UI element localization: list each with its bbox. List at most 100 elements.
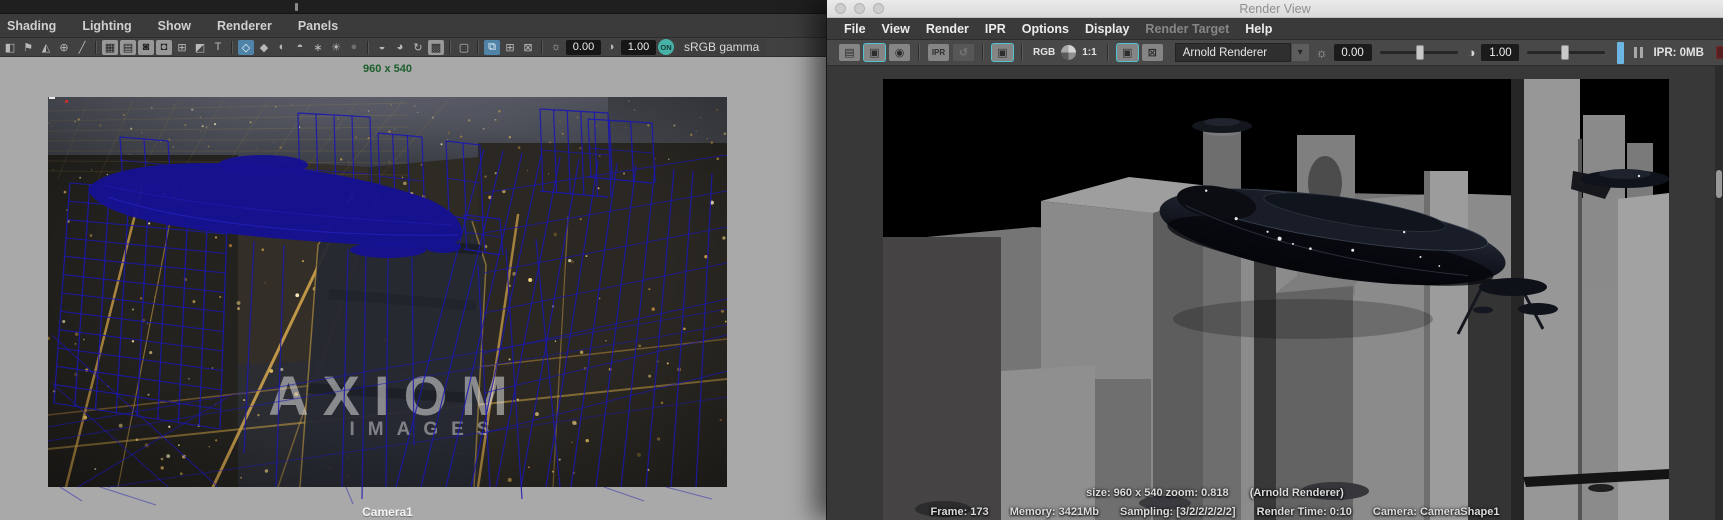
- ipr-render-icon[interactable]: IPR: [928, 44, 949, 61]
- window-titlebar[interactable]: Render View: [827, 0, 1723, 18]
- toolbar-divider: [1021, 44, 1023, 61]
- background-color-swatch[interactable]: [1715, 46, 1723, 59]
- render-size-label: size: 960 x 540 zoom: 0.818: [1086, 487, 1229, 499]
- pane-divider-handle[interactable]: [295, 3, 298, 11]
- render-status-line2: Frame: 173 Memory: 3421Mb Sampling: [3/2…: [887, 506, 1543, 518]
- menu-panels[interactable]: Panels: [285, 19, 351, 33]
- contrast-icon: ◑: [1467, 45, 1476, 60]
- wireframe-mode-icon[interactable]: ◇: [238, 39, 254, 55]
- menu-show[interactable]: Show: [145, 19, 204, 33]
- safe-action-icon[interactable]: ◩: [192, 40, 208, 55]
- render-icon[interactable]: ▤: [839, 44, 860, 61]
- panel-toolbar-icons: ◧ ⚑ ◭ ⊕ ╱ ▦ ▤ ◙ ◘ ⊞ ◩ T ◇ ◆ ◐ ◓ ∗ ☀ ● ◒ ◕ ↻ ▩ ▢ ⧉ ⊞ ⊠ ☼: [2, 39, 564, 55]
- renderer-dropdown-value: Arnold Renderer: [1174, 43, 1291, 62]
- ipr-toggle-bar[interactable]: [1617, 41, 1625, 64]
- colorspace-dropdown[interactable]: sRGB gamma: [676, 38, 768, 56]
- render-view-menubar: File View Render IPR Options Display Render Ta…: [827, 18, 1723, 40]
- film-gate-icon[interactable]: ▤: [120, 39, 136, 55]
- viewport-contrast-icon[interactable]: ◑: [603, 40, 619, 55]
- use-lights-icon[interactable]: ☀: [328, 40, 344, 55]
- maya-application: Shading Lighting Show Renderer Panels ◧ ⚑ ◭ ⊕ ╱ ▦…: [0, 0, 1723, 520]
- shadows-icon[interactable]: ●: [346, 40, 362, 55]
- snapshot-icon[interactable]: ◉: [889, 44, 910, 61]
- toolbar-divider: [1106, 44, 1109, 61]
- camera-plate-image: AXIOM IMAGES: [48, 97, 727, 506]
- render-region-icon[interactable]: ▣: [864, 44, 885, 61]
- render-gamma-field[interactable]: 1.00: [1481, 44, 1520, 61]
- toolbar-divider: [477, 40, 479, 54]
- toolbar-divider: [95, 40, 97, 54]
- exposure-icon[interactable]: ☼: [548, 40, 564, 55]
- menu-view[interactable]: View: [874, 22, 918, 36]
- gamma-slider[interactable]: [1527, 45, 1606, 60]
- camera-label: Camera: CameraShape1: [1372, 506, 1500, 518]
- menu-display[interactable]: Display: [1077, 22, 1137, 36]
- safe-title-icon[interactable]: T: [210, 40, 226, 55]
- isolate-remove-icon[interactable]: ⊠: [520, 40, 536, 55]
- menu-help[interactable]: Help: [1237, 22, 1280, 36]
- textured-mode-icon[interactable]: ◐: [274, 40, 290, 55]
- menu-render[interactable]: Render: [918, 22, 977, 36]
- gradient-icon[interactable]: ◕: [392, 40, 408, 55]
- menu-ipr[interactable]: IPR: [977, 22, 1014, 36]
- image-plane-icon[interactable]: ◒: [374, 40, 390, 55]
- menu-lighting[interactable]: Lighting: [69, 19, 144, 33]
- resolution-gate-label: 960 x 540: [363, 63, 412, 75]
- render-exposure-field[interactable]: 0.00: [1333, 44, 1372, 61]
- cycle-icon[interactable]: ↻: [410, 40, 426, 55]
- smooth-shade-icon[interactable]: ◆: [256, 40, 272, 55]
- alpha-channel-icon[interactable]: [1061, 45, 1077, 60]
- pencil-tool-icon[interactable]: ╱: [74, 40, 90, 55]
- ipr-refresh-icon[interactable]: ↺: [953, 44, 974, 61]
- memory-label: Memory: 3421Mb: [1009, 506, 1099, 518]
- pause-icon[interactable]: [1634, 47, 1644, 58]
- render-time-label: Render Time: 0:10: [1256, 506, 1352, 518]
- viewport-gamma-field[interactable]: 1.00: [621, 39, 656, 55]
- pivot-tool-icon[interactable]: ⊕: [56, 40, 72, 55]
- toolbar-divider: [982, 44, 984, 61]
- render-view-canvas[interactable]: size: 960 x 540 zoom: 0.818 (Arnold Rend…: [827, 66, 1723, 520]
- lighting-mode-icon[interactable]: ◓: [292, 40, 308, 55]
- vertical-scrollbar[interactable]: [1715, 66, 1723, 520]
- render-view-toolbar: ▤ ▣ ◉ IPR ↺ ▣ RGB 1:1 ▣ ⊠ Arnold Renderer ▾ ☼ 0.0…: [827, 40, 1723, 66]
- menu-shading[interactable]: Shading: [0, 19, 69, 33]
- isolate-select-icon[interactable]: ⧉: [484, 39, 500, 55]
- frame-label: Frame: 173: [930, 506, 989, 518]
- field-chart-icon[interactable]: ⊞: [174, 40, 190, 55]
- keep-image-icon[interactable]: ▣: [1116, 44, 1138, 61]
- aperture-icon: ☼: [1315, 45, 1328, 60]
- render-toolbar-icons: ▤ ▣ ◉ IPR ↺ ▣ RGB 1:1 ▣ ⊠: [839, 44, 1163, 61]
- rgb-channels-icon[interactable]: RGB: [1031, 44, 1057, 61]
- grid-icon[interactable]: ▦: [102, 39, 118, 55]
- remove-image-icon[interactable]: ⊠: [1141, 44, 1163, 61]
- menu-renderer[interactable]: Renderer: [204, 19, 285, 33]
- watermark-images: IMAGES: [350, 419, 503, 440]
- menu-file[interactable]: File: [836, 22, 874, 36]
- sampling-label: Sampling: [3/2/2/2/2/2]: [1120, 506, 1236, 518]
- camera-tools-icon[interactable]: ◧: [2, 40, 18, 55]
- menu-options[interactable]: Options: [1014, 22, 1077, 36]
- exposure-slider[interactable]: [1379, 45, 1458, 60]
- bookmark-icon[interactable]: ⚑: [20, 40, 36, 55]
- renderer-dropdown[interactable]: Arnold Renderer ▾: [1174, 43, 1310, 62]
- ipr-update-region-icon[interactable]: ▣: [992, 44, 1013, 61]
- isolate-add-icon[interactable]: ⊞: [502, 40, 518, 55]
- viewport-canvas[interactable]: 960 x 540 AXIOM IMAGES Camera1: [0, 57, 826, 520]
- scrollbar-handle[interactable]: [1716, 170, 1722, 198]
- viewport-exposure-field[interactable]: 0.00: [566, 39, 601, 55]
- xray-mode-icon[interactable]: ∗: [310, 40, 326, 55]
- ipr-memory-label: IPR: 0MB: [1653, 46, 1704, 59]
- toolbar-divider: [367, 40, 369, 54]
- checker-icon[interactable]: ▩: [428, 39, 444, 55]
- panel-menubar: Shading Lighting Show Renderer Panels: [0, 14, 826, 38]
- ratio-1to1-icon[interactable]: 1:1: [1080, 44, 1098, 61]
- toolbar-divider: [541, 40, 543, 54]
- window-title: Render View: [1239, 1, 1311, 16]
- resolution-gate-icon[interactable]: ◙: [138, 39, 154, 55]
- paint-tool-icon[interactable]: ◭: [38, 40, 54, 55]
- marquee-select-icon[interactable]: ▢: [456, 40, 472, 55]
- gate-mask-icon[interactable]: ◘: [156, 39, 172, 55]
- chevron-down-icon: ▾: [1290, 43, 1310, 62]
- toolbar-divider: [918, 44, 920, 61]
- color-management-on-button[interactable]: ON: [658, 39, 674, 55]
